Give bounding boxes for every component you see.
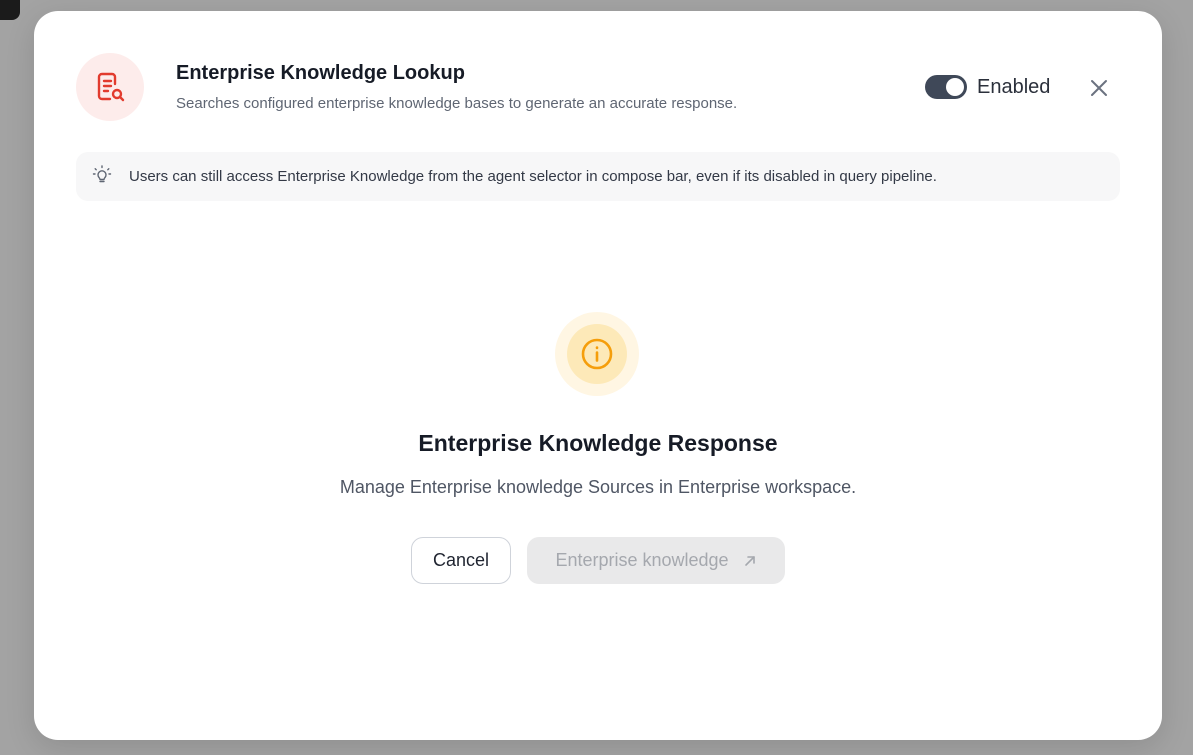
header-icon-badge [76,53,144,121]
modal-title: Enterprise Knowledge Lookup [176,62,465,84]
cancel-button[interactable]: Cancel [411,537,511,584]
info-notice: Users can still access Enterprise Knowle… [76,152,1120,201]
cancel-button-label: Cancel [432,550,490,570]
empty-state-title: Enterprise Knowledge Response [418,430,778,456]
empty-state-description: Manage Enterprise knowledge Sources in E… [339,477,857,497]
lightbulb-icon [92,165,112,183]
close-icon [1091,80,1107,96]
toggle-label: Enabled [977,76,1051,98]
enterprise-knowledge-button[interactable]: Enterprise knowledge [527,537,785,584]
info-icon [581,338,613,370]
external-arrow-icon [744,555,755,566]
background-app-fragment [0,0,20,20]
modal-dialog: Enterprise Knowledge Lookup Searches con… [34,11,1162,740]
notice-text: Users can still access Enterprise Knowle… [129,168,937,185]
modal-subtitle: Searches configured enterprise knowledge… [176,95,738,112]
info-icon-halo [555,312,639,396]
info-icon-circle [567,324,627,384]
toggle-knob [946,78,964,96]
enterprise-knowledge-label: Enterprise knowledge [555,550,729,570]
document-search-icon [97,72,125,102]
close-button[interactable] [1086,75,1112,101]
enabled-toggle[interactable] [925,75,967,99]
